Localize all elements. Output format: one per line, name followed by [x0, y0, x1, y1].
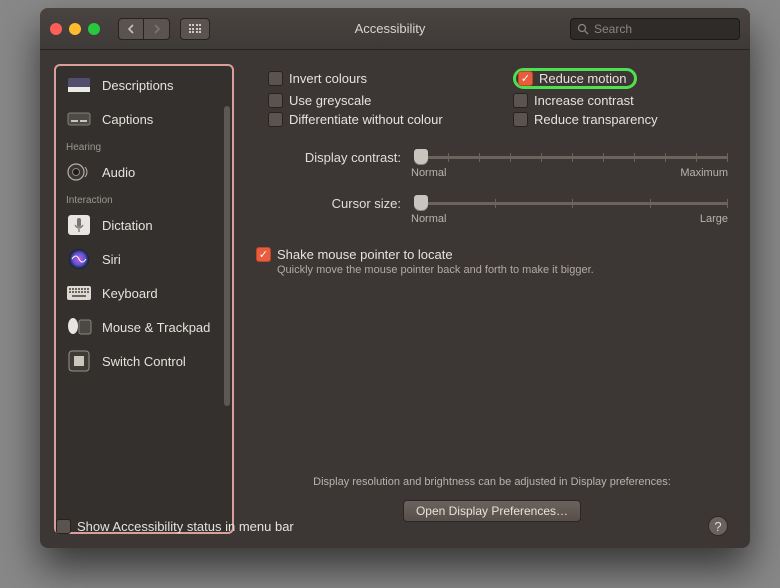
sidebar-item-keyboard[interactable]: Keyboard: [56, 276, 232, 310]
switch-control-icon: [66, 350, 92, 372]
cursor-size-max: Large: [700, 213, 728, 225]
search-icon: [577, 23, 589, 35]
forward-button[interactable]: [144, 18, 170, 40]
sidebar-item-descriptions[interactable]: Descriptions: [56, 68, 232, 102]
dictation-icon: [66, 214, 92, 236]
display-contrast-block: Display contrast: Normal Maximum: [256, 147, 728, 179]
help-button[interactable]: ?: [708, 516, 728, 536]
checkbox-icon: [56, 519, 71, 534]
help-icon: ?: [714, 519, 721, 534]
checkbox-label: Invert colours: [289, 71, 367, 86]
captions-icon: [66, 108, 92, 130]
sidebar-section-interaction: Interaction: [56, 189, 232, 208]
checkbox-label: Use greyscale: [289, 93, 371, 108]
grid-icon: [189, 24, 202, 33]
checkbox-label: Reduce motion: [539, 71, 626, 86]
display-contrast-min: Normal: [411, 167, 446, 179]
bottom-row: Show Accessibility status in menu bar ?: [56, 516, 728, 536]
checkbox-icon: [268, 112, 283, 127]
back-button[interactable]: [118, 18, 144, 40]
reduce-motion-highlight: ✓ Reduce motion: [513, 68, 637, 89]
sidebar-item-switch-control[interactable]: Switch Control: [56, 344, 232, 378]
checkbox-icon: ✓: [518, 71, 533, 86]
cursor-size-slider[interactable]: [417, 193, 728, 213]
checkbox-icon: ✓: [256, 247, 271, 262]
shake-pointer-hint: Quickly move the mouse pointer back and …: [277, 264, 728, 276]
content: Descriptions Captions Hearing Audio Inte…: [40, 50, 750, 548]
sidebar-item-mouse-trackpad[interactable]: Mouse & Trackpad: [56, 310, 232, 344]
sidebar-item-label: Mouse & Trackpad: [102, 320, 210, 335]
checkbox-increase-contrast[interactable]: Increase contrast: [513, 93, 728, 108]
checkbox-invert-colours[interactable]: Invert colours: [268, 68, 483, 89]
checkbox-differentiate-without-colour[interactable]: Differentiate without colour: [268, 112, 483, 127]
sidebar-item-dictation[interactable]: Dictation: [56, 208, 232, 242]
display-contrast-max: Maximum: [680, 167, 728, 179]
sidebar-item-label: Siri: [102, 252, 121, 267]
checkbox-reduce-motion-wrap: ✓ Reduce motion: [513, 68, 728, 89]
mouse-trackpad-icon: [66, 316, 92, 338]
sidebar-section-hearing: Hearing: [56, 136, 232, 155]
display-contrast-slider[interactable]: [417, 147, 728, 167]
preferences-window: Accessibility Search Descriptions C: [40, 8, 750, 548]
sidebar-item-label: Keyboard: [102, 286, 158, 301]
display-contrast-label: Display contrast:: [256, 150, 401, 165]
sidebar-scrollbar[interactable]: [224, 106, 230, 406]
checkbox-use-greyscale[interactable]: Use greyscale: [268, 93, 483, 108]
siri-icon: [66, 248, 92, 270]
checkbox-label: Reduce transparency: [534, 112, 658, 127]
shake-pointer-block: ✓ Shake mouse pointer to locate Quickly …: [256, 247, 728, 276]
slider-thumb-icon: [414, 149, 428, 165]
sidebar-item-label: Audio: [102, 165, 135, 180]
checkbox-icon: [268, 71, 283, 86]
window-title: Accessibility: [220, 21, 560, 36]
traffic-lights: [50, 23, 100, 35]
slider-thumb-icon: [414, 195, 428, 211]
keyboard-icon: [66, 282, 92, 304]
sidebar-item-label: Dictation: [102, 218, 153, 233]
zoom-icon[interactable]: [88, 23, 100, 35]
nav-buttons: [118, 18, 170, 40]
cursor-size-label: Cursor size:: [256, 196, 401, 211]
audio-icon: [66, 161, 92, 183]
main-panel: Invert colours ✓ Reduce motion Use greys…: [248, 64, 736, 534]
checkbox-show-status-menubar[interactable]: Show Accessibility status in menu bar: [56, 519, 294, 534]
sidebar-item-label: Descriptions: [102, 78, 174, 93]
cursor-size-block: Cursor size: Normal Large: [256, 193, 728, 225]
checkbox-icon: [513, 112, 528, 127]
checkbox-icon: [513, 93, 528, 108]
checkbox-label: Differentiate without colour: [289, 112, 443, 127]
checkbox-icon: [268, 93, 283, 108]
close-icon[interactable]: [50, 23, 62, 35]
sidebar-item-audio[interactable]: Audio: [56, 155, 232, 189]
checkbox-shake-pointer[interactable]: ✓ Shake mouse pointer to locate: [256, 247, 728, 262]
checkbox-grid: Invert colours ✓ Reduce motion Use greys…: [268, 68, 728, 127]
display-prefs-note: Display resolution and brightness can be…: [256, 476, 728, 488]
checkbox-label: Show Accessibility status in menu bar: [77, 519, 294, 534]
search-input[interactable]: Search: [570, 18, 740, 40]
sidebar: Descriptions Captions Hearing Audio Inte…: [54, 64, 234, 534]
sidebar-item-label: Captions: [102, 112, 153, 127]
show-all-button[interactable]: [180, 18, 210, 40]
descriptions-icon: [66, 74, 92, 96]
search-placeholder: Search: [594, 22, 632, 36]
checkbox-reduce-motion[interactable]: ✓ Reduce motion: [518, 71, 626, 86]
cursor-size-min: Normal: [411, 213, 446, 225]
sidebar-item-captions[interactable]: Captions: [56, 102, 232, 136]
sidebar-item-siri[interactable]: Siri: [56, 242, 232, 276]
checkbox-label: Shake mouse pointer to locate: [277, 247, 453, 262]
sidebar-item-label: Switch Control: [102, 354, 186, 369]
titlebar: Accessibility Search: [40, 8, 750, 50]
checkbox-reduce-transparency[interactable]: Reduce transparency: [513, 112, 728, 127]
minimize-icon[interactable]: [69, 23, 81, 35]
checkbox-label: Increase contrast: [534, 93, 634, 108]
